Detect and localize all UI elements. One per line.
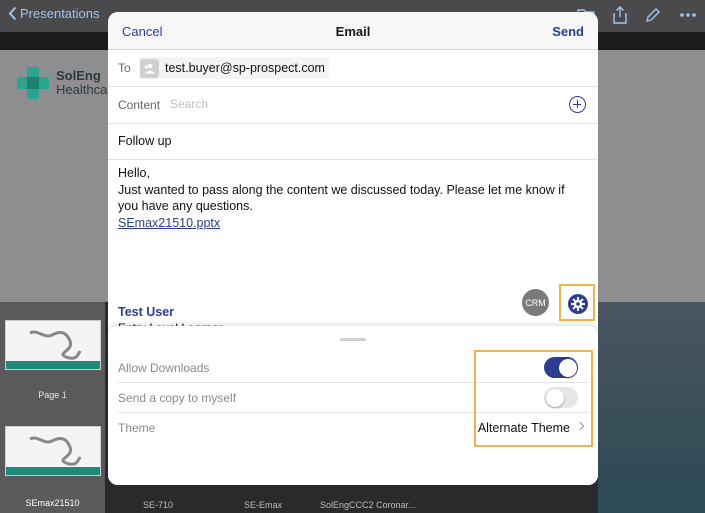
presentation-label[interactable]: SE-710 bbox=[143, 500, 173, 510]
copy-to-self-label: Send a copy to myself bbox=[118, 391, 237, 405]
share-icon[interactable] bbox=[613, 6, 627, 24]
settings-gear-button[interactable] bbox=[568, 294, 588, 314]
content-label: Content bbox=[118, 98, 161, 112]
slide-thumbnail[interactable] bbox=[5, 426, 101, 476]
crm-button[interactable]: CRM bbox=[522, 289, 549, 316]
logo-cross-icon bbox=[17, 67, 49, 99]
pencil-icon[interactable] bbox=[645, 7, 661, 23]
email-settings-sheet: Allow Downloads Send a copy to myself Th… bbox=[108, 326, 598, 485]
theme-row[interactable]: Theme Alternate Theme bbox=[118, 413, 588, 443]
allow-downloads-row: Allow Downloads bbox=[118, 353, 588, 383]
email-modal: Cancel Email Send To test.buyer@sp-prosp… bbox=[108, 12, 598, 485]
contact-icon bbox=[140, 58, 159, 78]
add-content-icon[interactable] bbox=[569, 96, 586, 113]
subject-row bbox=[108, 124, 598, 160]
copy-to-self-toggle[interactable] bbox=[544, 387, 578, 408]
send-button[interactable]: Send bbox=[552, 24, 584, 39]
to-label: To bbox=[118, 61, 131, 75]
more-icon[interactable] bbox=[679, 12, 697, 18]
theme-label: Theme bbox=[118, 421, 156, 435]
attachment-link[interactable]: SEmax21510.pptx bbox=[118, 216, 220, 230]
chevron-right-icon bbox=[575, 421, 585, 431]
intestine-illustration-icon bbox=[29, 436, 82, 466]
slide-thumbnail[interactable] bbox=[5, 320, 101, 370]
recipient-email: test.buyer@sp-prospect.com bbox=[165, 61, 325, 75]
settings-highlight bbox=[559, 284, 595, 321]
signature-name: Test User bbox=[118, 305, 175, 319]
chevron-left-icon bbox=[8, 6, 17, 21]
cancel-button[interactable]: Cancel bbox=[122, 24, 162, 39]
back-label: Presentations bbox=[20, 6, 100, 21]
modal-header: Cancel Email Send bbox=[108, 12, 598, 50]
recipient-chip[interactable]: test.buyer@sp-prospect.com bbox=[139, 57, 329, 79]
logo-line-1: SolEng bbox=[56, 68, 101, 83]
body-line: Just wanted to pass along the content we… bbox=[118, 182, 565, 214]
copy-to-self-row: Send a copy to myself bbox=[118, 383, 588, 413]
to-row[interactable]: To test.buyer@sp-prospect.com bbox=[108, 50, 598, 87]
allow-downloads-label: Allow Downloads bbox=[118, 361, 210, 375]
theme-value: Alternate Theme bbox=[477, 421, 570, 435]
thumbnail-label: SEmax21510 bbox=[25, 498, 80, 508]
content-search-input[interactable] bbox=[170, 97, 550, 111]
allow-downloads-toggle[interactable] bbox=[544, 357, 578, 378]
body-line: Hello, bbox=[118, 166, 150, 180]
sheet-grabber[interactable] bbox=[340, 338, 366, 341]
crm-label: CRM bbox=[525, 297, 546, 308]
presentation-label[interactable]: SolEngCCC2 Coronar... bbox=[320, 500, 416, 510]
subject-input[interactable] bbox=[118, 134, 578, 148]
brand-logo: SolEng Healthca bbox=[16, 66, 107, 100]
gear-icon bbox=[571, 297, 585, 311]
logo-line-2: Healthca bbox=[56, 82, 108, 97]
slide-strip-right bbox=[598, 302, 705, 513]
modal-title: Email bbox=[335, 24, 371, 39]
content-row: Content bbox=[108, 87, 598, 124]
thumbnail-label: Page 1 bbox=[38, 390, 67, 400]
intestine-illustration-icon bbox=[29, 330, 82, 360]
presentation-label[interactable]: SE-Emax bbox=[244, 500, 282, 510]
email-body[interactable]: Hello, Just wanted to pass along the con… bbox=[118, 165, 578, 231]
back-to-presentations-button[interactable]: Presentations bbox=[8, 6, 100, 21]
